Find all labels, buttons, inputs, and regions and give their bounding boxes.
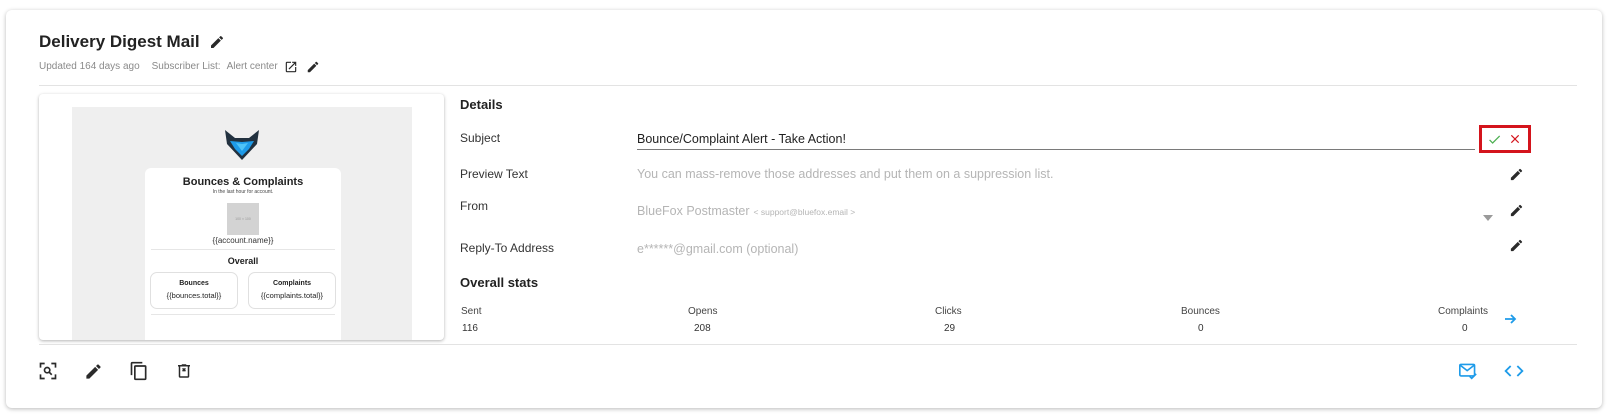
stat-sent-label: Sent [461, 306, 482, 317]
bounces-box-value: {{bounces.total}} [166, 291, 222, 300]
email-preview-content: Bounces & Complaints In the last hour fo… [145, 168, 341, 340]
from-name: BlueFox Postmaster [637, 204, 750, 218]
edit-preview-text-pencil-icon[interactable] [1508, 166, 1524, 182]
stat-opens-value: 208 [694, 323, 711, 334]
arrow-right-icon[interactable] [1503, 312, 1519, 326]
bounces-box: Bounces {{bounces.total}} [150, 272, 238, 309]
stat-clicks-value: 29 [944, 323, 956, 334]
fox-logo-icon [225, 130, 259, 160]
divider [39, 85, 1577, 86]
stat-complaints-label: Complaints [1438, 306, 1489, 317]
stat-complaints-value: 0 [1462, 323, 1468, 334]
email-preview-canvas: Bounces & Complaints In the last hour fo… [72, 107, 412, 340]
reply-to-value[interactable]: e******@gmail.com (optional) [637, 242, 798, 256]
subject-label: Subject [460, 131, 501, 145]
cancel-close-icon[interactable] [1507, 131, 1523, 147]
image-placeholder-text: 100 × 100 [235, 217, 251, 221]
updated-text: Updated 164 days ago [39, 61, 140, 72]
account-name-placeholder: {{account.name}} [212, 236, 274, 245]
edit-subscriber-pencil-icon[interactable] [306, 59, 321, 74]
stat-bounces-label: Bounces [1181, 306, 1220, 317]
bounces-box-label: Bounces [179, 280, 209, 287]
copy-icon[interactable] [129, 361, 149, 381]
complaints-box: Complaints {{complaints.total}} [248, 272, 336, 309]
stat-clicks-label: Clicks [935, 306, 962, 317]
code-icon[interactable] [1504, 361, 1524, 381]
reply-to-label: Reply-To Address [460, 241, 555, 255]
mail-check-icon[interactable] [1458, 361, 1478, 381]
zoom-preview-icon[interactable] [38, 361, 58, 381]
stat-bounces-value: 0 [1198, 323, 1204, 334]
page-title: Delivery Digest Mail [39, 32, 200, 51]
preview-text-label: Preview Text [460, 167, 528, 181]
from-email: < support@bluefox.email > [753, 207, 856, 217]
email-preview-title: Bounces & Complaints [182, 176, 304, 188]
subject-input[interactable] [637, 129, 1475, 150]
trash-icon[interactable] [174, 361, 194, 381]
image-placeholder: 100 × 100 [227, 203, 259, 235]
edit-reply-to-pencil-icon[interactable] [1508, 237, 1524, 253]
details-heading: Details [460, 97, 503, 112]
subscriber-list-label: Subscriber List: [151, 61, 221, 72]
stat-sent-value: 116 [462, 323, 478, 334]
complaints-box-value: {{complaints.total}} [260, 291, 324, 300]
edit-from-pencil-icon[interactable] [1508, 202, 1524, 218]
overall-stats-heading: Overall stats [460, 275, 539, 290]
stat-opens-label: Opens [688, 306, 718, 317]
from-select[interactable]: BlueFox Postmaster < support@bluefox.emai… [637, 204, 855, 218]
edit-title-pencil-icon[interactable] [208, 33, 226, 51]
preview-text-value[interactable]: You can mass-remove those addresses and … [637, 167, 1053, 181]
title-row: Delivery Digest Mail [39, 32, 226, 52]
complaints-box-label: Complaints [272, 280, 312, 287]
template-card: Delivery Digest Mail Updated 164 days ag… [6, 10, 1602, 408]
edit-pencil-icon[interactable] [83, 361, 103, 381]
email-preview[interactable]: Bounces & Complaints In the last hour fo… [39, 94, 444, 340]
from-label: From [460, 199, 488, 213]
meta-row: Updated 164 days ago Subscriber List: Al… [39, 59, 321, 74]
subscriber-list-value: Alert center [226, 61, 278, 72]
overall-heading: Overall [227, 256, 259, 266]
open-in-new-icon[interactable] [284, 60, 298, 74]
email-preview-subtitle: In the last hour for account. [212, 189, 274, 195]
divider [39, 344, 1577, 345]
confirm-check-icon[interactable] [1487, 131, 1503, 147]
caret-down-icon[interactable] [1483, 215, 1493, 221]
subject-edit-actions [1479, 125, 1531, 153]
